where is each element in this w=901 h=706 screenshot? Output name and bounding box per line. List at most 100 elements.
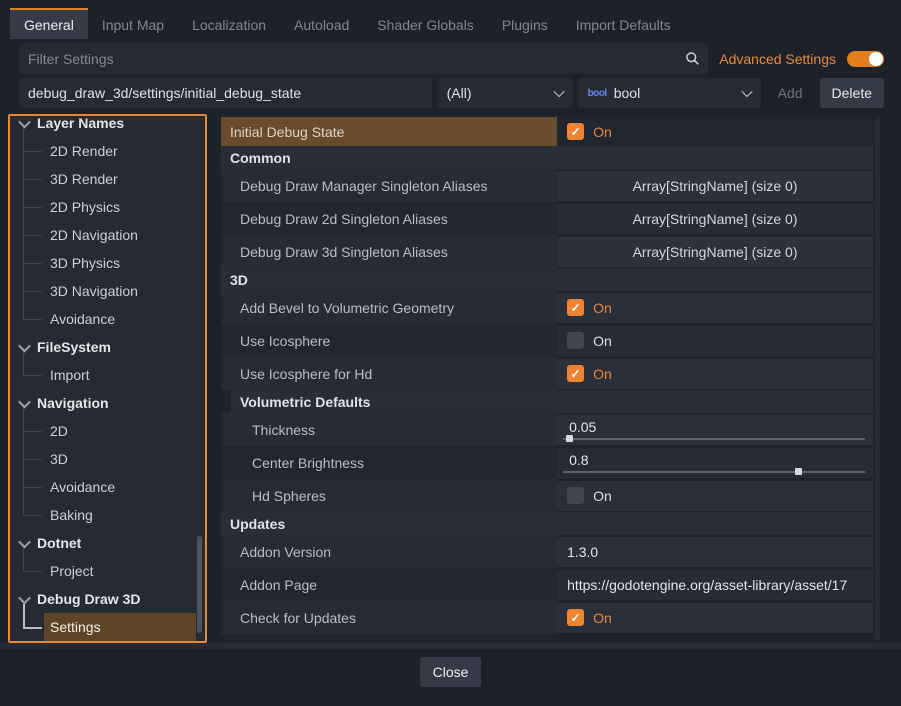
tree-item-3d-render[interactable]: 3D Render bbox=[10, 165, 205, 193]
tab-localization[interactable]: Localization bbox=[178, 8, 280, 39]
checkbox-checked[interactable]: ✓ bbox=[567, 365, 584, 382]
tree-item-2d[interactable]: 2D bbox=[10, 417, 205, 445]
tab-input-map[interactable]: Input Map bbox=[88, 8, 178, 39]
checkbox-unchecked[interactable] bbox=[567, 332, 584, 349]
tab-shader-globals[interactable]: Shader Globals bbox=[363, 8, 488, 39]
property-value: On bbox=[557, 479, 880, 512]
tree-item-3d-physics[interactable]: 3D Physics bbox=[10, 249, 205, 277]
property-value: Array[StringName] (size 0) bbox=[557, 169, 880, 202]
tree-item-3d-navigation[interactable]: 3D Navigation bbox=[10, 277, 205, 305]
tree-item-avoidance[interactable]: Avoidance bbox=[10, 473, 205, 501]
type-dropdown[interactable]: bool bool bbox=[578, 78, 761, 108]
settings-tree: Layer Names2D Render3D Render2D Physics2… bbox=[10, 114, 205, 641]
on-label: On bbox=[593, 300, 612, 316]
property-value: ✓ On bbox=[557, 357, 880, 390]
slider-grabber[interactable] bbox=[795, 468, 802, 475]
tree-group-debug-draw-3d[interactable]: Debug Draw 3D bbox=[10, 585, 205, 613]
tab-plugins[interactable]: Plugins bbox=[488, 8, 562, 39]
on-label: On bbox=[593, 366, 612, 382]
tab-autoload[interactable]: Autoload bbox=[280, 8, 363, 39]
tree-item-import[interactable]: Import bbox=[10, 361, 205, 389]
filter-settings-input[interactable] bbox=[19, 43, 708, 74]
tree-group-navigation[interactable]: Navigation bbox=[10, 389, 205, 417]
tree-item-label: 2D bbox=[44, 417, 196, 445]
tree-children: Import bbox=[10, 361, 205, 389]
tree-children: 2D3DAvoidanceBaking bbox=[10, 417, 205, 529]
toggle-knob bbox=[869, 52, 883, 66]
checkbox-checked[interactable]: ✓ bbox=[567, 123, 584, 140]
checkbox-unchecked[interactable] bbox=[567, 487, 584, 504]
property-path-input[interactable] bbox=[19, 78, 432, 108]
tree-group-layer-names[interactable]: Layer Names bbox=[10, 114, 205, 137]
property-label: Use Icosphere for Hd bbox=[221, 357, 557, 390]
property-label: Debug Draw 2d Singleton Aliases bbox=[221, 202, 557, 235]
chevron-down-icon[interactable] bbox=[18, 395, 31, 408]
text-editor[interactable]: https://godotengine.org/asset-library/as… bbox=[557, 570, 873, 600]
sidebar-scrollbar-thumb[interactable] bbox=[197, 536, 202, 633]
property-value: 0.8 bbox=[557, 446, 880, 479]
bool-editor: On bbox=[557, 481, 873, 511]
tree-item-label: Avoidance bbox=[44, 473, 196, 501]
section-header-3d: 3D bbox=[221, 268, 873, 291]
tab-import-defaults[interactable]: Import Defaults bbox=[562, 8, 685, 39]
property-row-debug-draw-manager-singleton-aliases: Debug Draw Manager Singleton AliasesArra… bbox=[221, 169, 880, 202]
chevron-down-icon[interactable] bbox=[18, 591, 31, 604]
tree-item-label: 3D Physics bbox=[44, 249, 196, 277]
chevron-down-icon bbox=[741, 86, 752, 97]
chevron-down-icon[interactable] bbox=[18, 115, 31, 128]
tree-item-label: 2D Physics bbox=[44, 193, 196, 221]
slider-grabber[interactable] bbox=[566, 435, 573, 442]
type-dropdown-value: bool bbox=[614, 85, 736, 101]
tree-item-2d-render[interactable]: 2D Render bbox=[10, 137, 205, 165]
chevron-down-icon[interactable] bbox=[18, 339, 31, 352]
property-label: Hd Spheres bbox=[221, 479, 557, 512]
tree-item-2d-physics[interactable]: 2D Physics bbox=[10, 193, 205, 221]
delete-button[interactable]: Delete bbox=[820, 78, 884, 108]
tree-item-baking[interactable]: Baking bbox=[10, 501, 205, 529]
checkbox-checked[interactable]: ✓ bbox=[567, 299, 584, 316]
filter-row: Advanced Settings bbox=[19, 43, 884, 74]
spin-slider[interactable]: 0.8 bbox=[557, 448, 873, 478]
text-editor[interactable]: 1.3.0 bbox=[557, 537, 873, 567]
filter-input-wrap bbox=[19, 43, 708, 74]
section-header-volumetric-defaults: Volumetric Defaults bbox=[231, 390, 873, 413]
property-row-debug-draw-2d-singleton-aliases: Debug Draw 2d Singleton AliasesArray[Str… bbox=[221, 202, 880, 235]
tree-item-avoidance[interactable]: Avoidance bbox=[10, 305, 205, 333]
tree-item-label: 3D Render bbox=[44, 165, 196, 193]
spin-slider[interactable]: 0.05 bbox=[557, 415, 873, 445]
tab-general[interactable]: General bbox=[10, 8, 88, 39]
property-label: Thickness bbox=[221, 413, 557, 446]
tree-group-filesystem[interactable]: FileSystem bbox=[10, 333, 205, 361]
add-button[interactable]: Add bbox=[766, 78, 815, 108]
property-row-hd-spheres: Hd Spheres On bbox=[221, 479, 880, 512]
category-dropdown[interactable]: (All) bbox=[437, 78, 573, 108]
array-value-button[interactable]: Array[StringName] (size 0) bbox=[557, 204, 873, 234]
tree-group-label: Debug Draw 3D bbox=[37, 591, 140, 607]
array-value-button[interactable]: Array[StringName] (size 0) bbox=[557, 237, 873, 267]
property-value: 1.3.0 bbox=[557, 535, 880, 568]
on-label: On bbox=[593, 488, 612, 504]
tree-item-label: 2D Navigation bbox=[44, 221, 196, 249]
slider-track bbox=[563, 471, 865, 473]
chevron-down-icon bbox=[553, 86, 564, 97]
chevron-down-icon[interactable] bbox=[18, 535, 31, 548]
property-label: Use Icosphere bbox=[221, 324, 557, 357]
property-value: On bbox=[557, 324, 880, 357]
property-value: https://godotengine.org/asset-library/as… bbox=[557, 568, 880, 601]
bool-type-icon: bool bbox=[588, 88, 607, 99]
property-label: Center Brightness bbox=[221, 446, 557, 479]
text-value: 1.3.0 bbox=[567, 544, 598, 560]
advanced-settings-toggle[interactable] bbox=[847, 51, 884, 67]
array-value-button[interactable]: Array[StringName] (size 0) bbox=[557, 171, 873, 201]
property-row-use-icosphere: Use IcosphereOn bbox=[221, 324, 880, 357]
property-value: Array[StringName] (size 0) bbox=[557, 235, 880, 268]
checkbox-checked[interactable]: ✓ bbox=[567, 609, 584, 626]
tree-item-3d[interactable]: 3D bbox=[10, 445, 205, 473]
tree-item-project[interactable]: Project bbox=[10, 557, 205, 585]
tree-group-dotnet[interactable]: Dotnet bbox=[10, 529, 205, 557]
tree-item-settings[interactable]: Settings bbox=[10, 613, 205, 641]
property-row-use-icosphere-for-hd: Use Icosphere for Hd ✓ On bbox=[221, 357, 880, 390]
on-label: On bbox=[593, 124, 612, 140]
tree-item-2d-navigation[interactable]: 2D Navigation bbox=[10, 221, 205, 249]
close-button[interactable]: Close bbox=[420, 657, 482, 687]
